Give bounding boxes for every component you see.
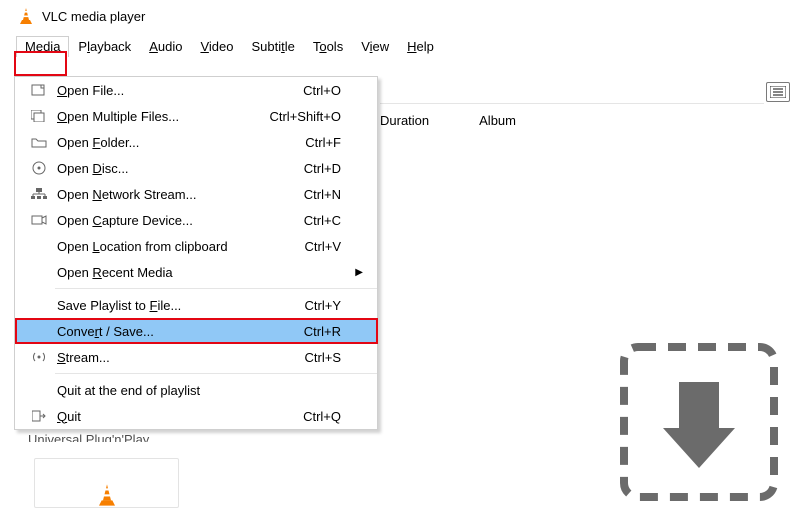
titlebar: VLC media player bbox=[0, 0, 800, 32]
sidebar-thumbnail bbox=[34, 458, 179, 508]
playlist-view-button[interactable] bbox=[766, 82, 790, 102]
menu-separator bbox=[55, 288, 377, 289]
menu-tools[interactable]: Tools bbox=[304, 36, 352, 57]
capture-icon bbox=[31, 214, 47, 226]
menu-audio[interactable]: Audio bbox=[140, 36, 191, 57]
menu-open-recent-media[interactable]: Open Recent Media ▶ bbox=[15, 259, 377, 285]
header-rule bbox=[380, 103, 764, 104]
menu-open-disc[interactable]: Open Disc... Ctrl+D bbox=[15, 155, 377, 181]
menu-subtitle[interactable]: Subtitle bbox=[242, 36, 303, 57]
menu-playback[interactable]: Playback bbox=[69, 36, 140, 57]
menu-open-location-clipboard[interactable]: Open Location from clipboard Ctrl+V bbox=[15, 233, 377, 259]
menu-open-capture-device[interactable]: Open Capture Device... Ctrl+C bbox=[15, 207, 377, 233]
files-icon bbox=[31, 110, 47, 122]
playlist-column-headers: Duration Album bbox=[380, 108, 790, 132]
disc-icon bbox=[32, 161, 46, 175]
menu-stream[interactable]: Stream... Ctrl+S bbox=[15, 344, 377, 370]
stream-icon bbox=[31, 351, 47, 363]
list-icon bbox=[770, 86, 786, 98]
menu-save-playlist[interactable]: Save Playlist to File... Ctrl+Y bbox=[15, 292, 377, 318]
vlc-cone-icon bbox=[18, 7, 34, 25]
menu-open-file[interactable]: Open File... Ctrl+O bbox=[15, 77, 377, 103]
menu-separator bbox=[55, 373, 377, 374]
menu-help[interactable]: Help bbox=[398, 36, 443, 57]
dropzone-icon[interactable] bbox=[619, 342, 779, 502]
menu-media[interactable]: Media bbox=[16, 36, 69, 57]
menu-open-multiple-files[interactable]: Open Multiple Files... Ctrl+Shift+O bbox=[15, 103, 377, 129]
menubar: Media Playback Audio Video Subtitle Tool… bbox=[0, 32, 800, 61]
sidebar-peek-text: Universal Plug'n'Play bbox=[28, 432, 198, 442]
menu-open-folder[interactable]: Open Folder... Ctrl+F bbox=[15, 129, 377, 155]
file-icon bbox=[31, 84, 47, 96]
folder-icon bbox=[31, 136, 47, 148]
quit-icon bbox=[32, 410, 46, 422]
menu-quit-end-playlist[interactable]: Quit at the end of playlist bbox=[15, 377, 377, 403]
menu-convert-save[interactable]: Convert / Save... Ctrl+R bbox=[15, 318, 377, 344]
menu-video[interactable]: Video bbox=[191, 36, 242, 57]
media-dropdown: Open File... Ctrl+O Open Multiple Files.… bbox=[14, 76, 378, 430]
window-title: VLC media player bbox=[42, 9, 145, 24]
menu-view[interactable]: View bbox=[352, 36, 398, 57]
submenu-arrow-icon: ▶ bbox=[355, 267, 363, 278]
vlc-cone-icon bbox=[96, 483, 118, 507]
col-duration[interactable]: Duration bbox=[380, 113, 429, 128]
network-icon bbox=[31, 188, 47, 200]
menu-open-network-stream[interactable]: Open Network Stream... Ctrl+N bbox=[15, 181, 377, 207]
menu-quit[interactable]: Quit Ctrl+Q bbox=[15, 403, 377, 429]
col-album[interactable]: Album bbox=[479, 113, 516, 128]
